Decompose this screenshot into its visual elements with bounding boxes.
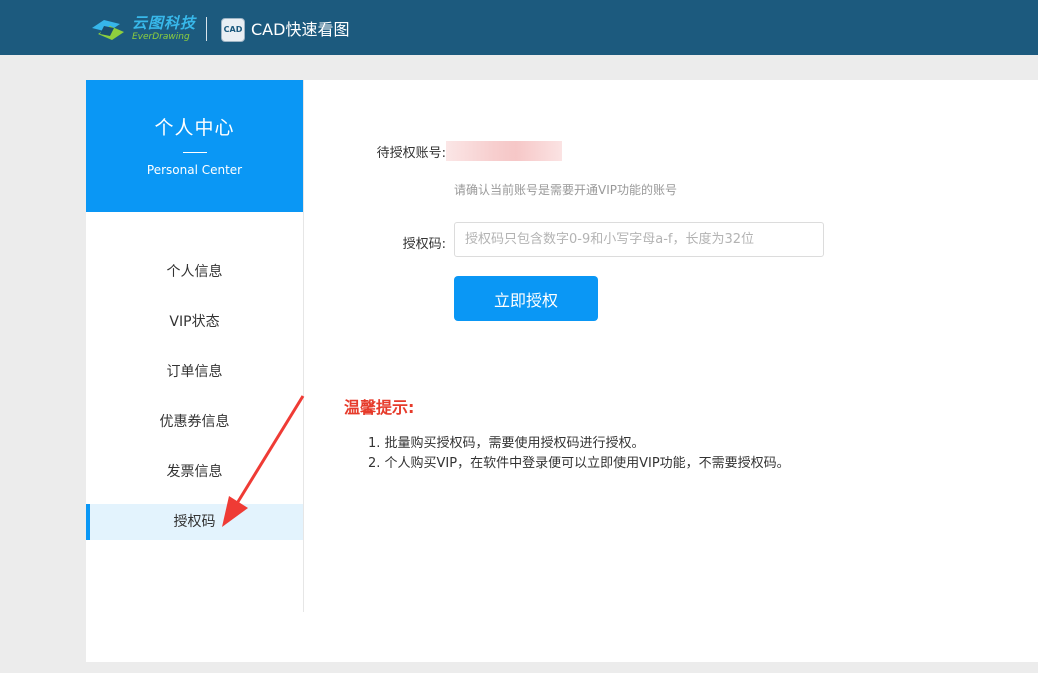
app-title[interactable]: CAD快速看图 xyxy=(251,19,349,41)
cad-app-icon: CAD xyxy=(221,18,245,42)
account-value-redacted xyxy=(446,141,562,161)
auth-code-input[interactable] xyxy=(454,222,824,257)
sidebar-title-divider xyxy=(182,152,207,153)
sidebar-title: 个人中心 xyxy=(154,117,235,139)
tip-item: 1. 批量购买授权码，需要使用授权码进行授权。 xyxy=(368,436,645,451)
sidebar-item-coupon-info[interactable]: 优惠券信息 xyxy=(86,404,303,440)
main-panel: 个人中心 Personal Center 个人信息 VIP状态 订单信息 优惠券… xyxy=(86,80,1038,662)
sidebar-item-personal-info[interactable]: 个人信息 xyxy=(86,254,303,290)
top-header: 云图科技 EverDrawing CAD CAD快速看图 xyxy=(0,0,1038,55)
auth-code-label: 授权码: xyxy=(402,237,446,252)
brand-name-en: EverDrawing xyxy=(132,32,190,42)
sidebar-item-vip-status[interactable]: VIP状态 xyxy=(86,304,303,340)
header-divider xyxy=(206,17,207,41)
account-label: 待授权账号: xyxy=(376,146,446,161)
sidebar-item-invoice-info[interactable]: 发票信息 xyxy=(86,454,303,490)
brand-name-cn: 云图科技 xyxy=(132,14,197,32)
sidebar-menu: 个人信息 VIP状态 订单信息 优惠券信息 发票信息 授权码 xyxy=(86,254,303,540)
sidebar: 个人中心 Personal Center 个人信息 VIP状态 订单信息 优惠券… xyxy=(86,80,304,612)
sidebar-item-order-info[interactable]: 订单信息 xyxy=(86,354,303,390)
sidebar-subtitle: Personal Center xyxy=(146,163,243,177)
authorize-now-button[interactable]: 立即授权 xyxy=(454,276,598,321)
tips-list: 1. 批量购买授权码，需要使用授权码进行授权。 2. 个人购买VIP，在软件中登… xyxy=(368,434,790,474)
brand-logo-group[interactable]: 云图科技 EverDrawing xyxy=(90,14,196,44)
tips-title: 温馨提示: xyxy=(344,398,415,417)
auth-code-content: 待授权账号: 请确认当前账号是需要开通VIP功能的账号 授权码: 立即授权 温馨… xyxy=(304,80,1038,662)
tip-item: 2. 个人购买VIP，在软件中登录便可以立即使用VIP功能，不需要授权码。 xyxy=(368,456,790,471)
everdrawing-logo-icon xyxy=(90,14,128,44)
sidebar-header: 个人中心 Personal Center xyxy=(86,80,303,212)
sidebar-item-auth-code[interactable]: 授权码 xyxy=(86,504,303,540)
brand-text: 云图科技 EverDrawing xyxy=(132,16,196,42)
account-hint: 请确认当前账号是需要开通VIP功能的账号 xyxy=(454,183,677,197)
